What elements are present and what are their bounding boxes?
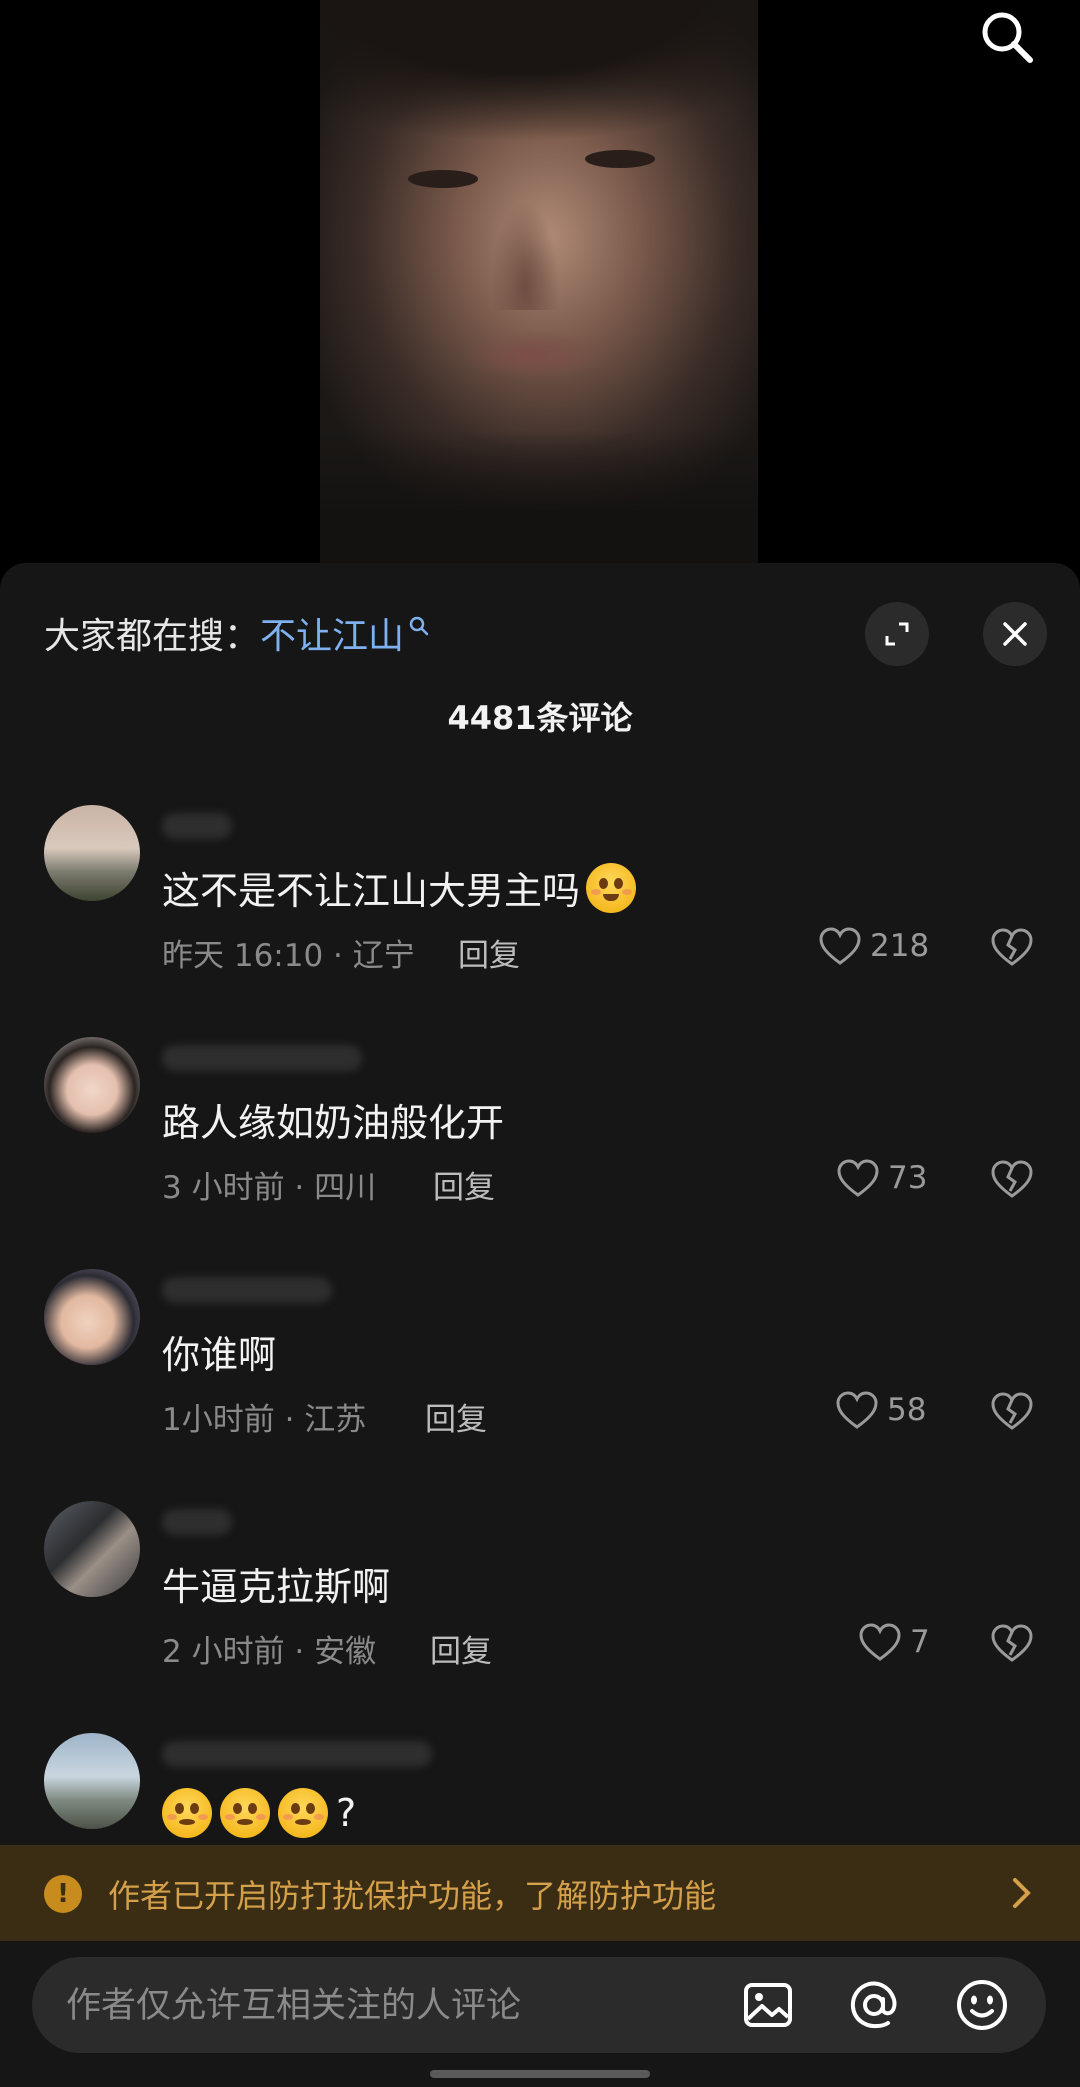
protection-banner-text: 作者已开启防打扰保护功能，了解防护功能 <box>108 1877 717 1915</box>
image-icon[interactable] <box>738 1975 798 2035</box>
comment-meta: 昨天 16:10 · 辽宁 <box>162 938 415 974</box>
expand-button[interactable] <box>865 602 929 666</box>
at-mention-icon[interactable] <box>844 1975 904 2035</box>
comment-text: 牛逼克拉斯啊 <box>162 1565 391 1609</box>
small-search-icon <box>409 616 429 636</box>
like-button[interactable]: 73 <box>836 1155 927 1201</box>
heart-icon <box>837 1159 879 1197</box>
video-frame-face <box>320 0 758 565</box>
chevron-right-icon <box>1013 1878 1031 1908</box>
reply-button[interactable]: 回复 <box>458 930 520 975</box>
comment-item: 牛逼克拉斯啊 2 小时前 · 安徽 回复 7 <box>0 1501 1080 1701</box>
reply-button[interactable]: 回复 <box>430 1626 492 1671</box>
comment-input-bar <box>0 1941 1080 2087</box>
video-player[interactable] <box>0 0 1080 565</box>
like-button[interactable]: 7 <box>858 1619 930 1665</box>
comment-item: 路人缘如奶油般化开 3 小时前 · 四川 回复 73 <box>0 1037 1080 1237</box>
comment-meta: 3 小时前 · 四川 <box>162 1170 377 1206</box>
like-count: 7 <box>910 1624 930 1660</box>
avatar[interactable] <box>44 1037 140 1133</box>
username-blurred[interactable] <box>162 813 232 839</box>
broken-heart-icon[interactable] <box>990 925 1034 969</box>
heart-icon <box>836 1391 878 1429</box>
comment-input-container <box>32 1957 1046 2055</box>
like-count: 58 <box>887 1392 927 1428</box>
username-blurred[interactable] <box>162 1045 362 1071</box>
comment-item: 你谁啊 1小时前 · 江苏 回复 58 <box>0 1269 1080 1469</box>
heart-icon <box>859 1623 901 1661</box>
pleading-face-emoji <box>586 862 637 913</box>
avatar[interactable] <box>44 1269 140 1365</box>
hot-search-keyword-link[interactable]: 不让江山 <box>260 607 430 659</box>
protection-banner[interactable]: ! 作者已开启防打扰保护功能，了解防护功能 <box>0 1845 1080 1941</box>
home-indicator[interactable] <box>430 2070 650 2078</box>
close-icon <box>1003 622 1027 646</box>
like-button[interactable]: 58 <box>835 1387 926 1433</box>
flushed-face-emoji <box>278 1788 328 1838</box>
comment-text: 你谁啊 <box>162 1333 277 1377</box>
username-blurred[interactable] <box>162 1509 232 1535</box>
broken-heart-icon[interactable] <box>990 1389 1034 1433</box>
warning-icon: ! <box>44 1875 82 1913</box>
broken-heart-icon[interactable] <box>990 1157 1034 1201</box>
close-button[interactable] <box>983 602 1047 666</box>
comment-count: 4481条评论 <box>447 699 633 737</box>
emoji-icon[interactable] <box>952 1975 1012 2035</box>
username-blurred[interactable] <box>162 1741 432 1767</box>
broken-heart-icon[interactable] <box>990 1621 1034 1665</box>
comment-item: ? <box>0 1733 1080 1843</box>
heart-icon <box>819 927 861 965</box>
like-button[interactable]: 218 <box>818 923 929 969</box>
comment-item: 这不是不让江山大男主吗 昨天 16:10 · 辽宁 回复 218 <box>0 805 1080 1005</box>
expand-icon <box>885 622 909 646</box>
search-icon[interactable] <box>975 5 1039 69</box>
reply-button[interactable]: 回复 <box>425 1394 487 1439</box>
like-count: 218 <box>870 928 930 964</box>
comment-meta: 2 小时前 · 安徽 <box>162 1634 377 1670</box>
comment-text: 路人缘如奶油般化开 <box>162 1101 505 1145</box>
comment-meta: 1小时前 · 江苏 <box>162 1402 367 1438</box>
hot-search-prefix: 大家都在搜： <box>44 616 261 657</box>
flushed-face-emoji <box>220 1788 270 1838</box>
hot-search-bar[interactable]: 大家都在搜： 不让江山 <box>44 603 430 663</box>
flushed-face-emoji <box>162 1788 212 1838</box>
comment-text: 这不是不让江山大男主吗 <box>162 860 644 915</box>
reply-button[interactable]: 回复 <box>433 1162 495 1207</box>
like-count: 73 <box>888 1160 928 1196</box>
comment-text: ? <box>162 1788 356 1838</box>
avatar[interactable] <box>44 1501 140 1597</box>
username-blurred[interactable] <box>162 1277 332 1303</box>
comment-input[interactable] <box>64 1957 708 2055</box>
avatar[interactable] <box>44 805 140 901</box>
avatar[interactable] <box>44 1733 140 1829</box>
